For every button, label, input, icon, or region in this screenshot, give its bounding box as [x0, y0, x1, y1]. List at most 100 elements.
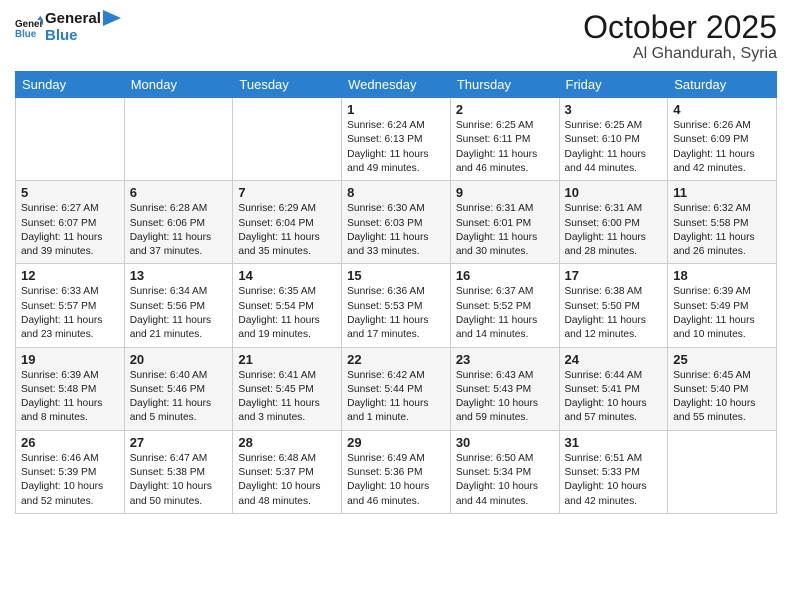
calendar-cell: 15 Sunrise: 6:36 AM Sunset: 5:53 PM Dayli… [342, 264, 451, 347]
calendar-cell [668, 430, 777, 513]
cell-info: Sunrise: 6:39 AM Sunset: 5:49 PM Dayligh… [673, 285, 771, 342]
calendar-cell: 7 Sunrise: 6:29 AM Sunset: 6:04 PM Daylig… [233, 181, 342, 264]
cell-info: Sunrise: 6:29 AM Sunset: 6:04 PM Dayligh… [238, 202, 336, 259]
cell-info: Sunrise: 6:50 AM Sunset: 5:34 PM Dayligh… [456, 452, 554, 509]
day-number: 4 [673, 102, 771, 117]
svg-text:Blue: Blue [15, 29, 37, 40]
calendar-cell: 16 Sunrise: 6:37 AM Sunset: 5:52 PM Dayli… [450, 264, 559, 347]
title-block: October 2025 Al Ghandurah, Syria [583, 10, 777, 63]
day-number: 3 [565, 102, 663, 117]
calendar-cell: 21 Sunrise: 6:41 AM Sunset: 5:45 PM Dayli… [233, 347, 342, 430]
calendar-cell: 9 Sunrise: 6:31 AM Sunset: 6:01 PM Daylig… [450, 181, 559, 264]
calendar-cell: 3 Sunrise: 6:25 AM Sunset: 6:10 PM Daylig… [559, 98, 668, 181]
day-number: 31 [565, 435, 663, 450]
day-number: 28 [238, 435, 336, 450]
calendar-cell: 22 Sunrise: 6:42 AM Sunset: 5:44 PM Dayli… [342, 347, 451, 430]
day-number: 19 [21, 352, 119, 367]
cell-info: Sunrise: 6:33 AM Sunset: 5:57 PM Dayligh… [21, 285, 119, 342]
calendar-cell: 12 Sunrise: 6:33 AM Sunset: 5:57 PM Dayli… [16, 264, 125, 347]
calendar-cell: 26 Sunrise: 6:46 AM Sunset: 5:39 PM Dayli… [16, 430, 125, 513]
cell-info: Sunrise: 6:25 AM Sunset: 6:10 PM Dayligh… [565, 119, 663, 176]
cell-info: Sunrise: 6:42 AM Sunset: 5:44 PM Dayligh… [347, 369, 445, 426]
header: General Blue General Blue October 2025 A… [15, 10, 777, 63]
logo: General Blue General Blue [15, 10, 123, 44]
day-number: 12 [21, 268, 119, 283]
calendar-cell: 5Sunrise: 6:27 AM Sunset: 6:07 PM Daylig… [16, 181, 125, 264]
day-number: 17 [565, 268, 663, 283]
weekday-header: Saturday [668, 72, 777, 98]
calendar-cell: 20 Sunrise: 6:40 AM Sunset: 5:46 PM Dayli… [124, 347, 233, 430]
cell-info: Sunrise: 6:31 AM Sunset: 6:00 PM Dayligh… [565, 202, 663, 259]
day-number: 24 [565, 352, 663, 367]
day-number: 26 [21, 435, 119, 450]
cell-info: Sunrise: 6:47 AM Sunset: 5:38 PM Dayligh… [130, 452, 228, 509]
calendar-cell: 1 Sunrise: 6:24 AM Sunset: 6:13 PM Daylig… [342, 98, 451, 181]
cell-info: Sunrise: 6:36 AM Sunset: 5:53 PM Dayligh… [347, 285, 445, 342]
cell-info: Sunrise: 6:40 AM Sunset: 5:46 PM Dayligh… [130, 369, 228, 426]
cell-info: Sunrise: 6:39 AM Sunset: 5:48 PM Dayligh… [21, 369, 119, 426]
weekday-header: Tuesday [233, 72, 342, 98]
calendar-cell: 6Sunrise: 6:28 AM Sunset: 6:06 PM Daylig… [124, 181, 233, 264]
calendar-cell: 28 Sunrise: 6:48 AM Sunset: 5:37 PM Dayli… [233, 430, 342, 513]
calendar-cell: 8 Sunrise: 6:30 AM Sunset: 6:03 PM Daylig… [342, 181, 451, 264]
day-number: 21 [238, 352, 336, 367]
cell-info: Sunrise: 6:41 AM Sunset: 5:45 PM Dayligh… [238, 369, 336, 426]
cell-info: Sunrise: 6:49 AM Sunset: 5:36 PM Dayligh… [347, 452, 445, 509]
day-number: 11 [673, 185, 771, 200]
cell-info: Sunrise: 6:24 AM Sunset: 6:13 PM Dayligh… [347, 119, 445, 176]
day-number: 15 [347, 268, 445, 283]
calendar-cell: 13 Sunrise: 6:34 AM Sunset: 5:56 PM Dayli… [124, 264, 233, 347]
day-number: 27 [130, 435, 228, 450]
calendar-cell [16, 98, 125, 181]
day-number: 10 [565, 185, 663, 200]
calendar-cell: 23 Sunrise: 6:43 AM Sunset: 5:43 PM Dayli… [450, 347, 559, 430]
cell-info: Sunrise: 6:43 AM Sunset: 5:43 PM Dayligh… [456, 369, 554, 426]
cell-info: Sunrise: 6:25 AM Sunset: 6:11 PM Dayligh… [456, 119, 554, 176]
day-number: 29 [347, 435, 445, 450]
day-number: 1 [347, 102, 445, 117]
month-title: October 2025 [583, 10, 777, 45]
day-number: 25 [673, 352, 771, 367]
calendar-cell [124, 98, 233, 181]
day-number: 7 [238, 185, 336, 200]
calendar: SundayMondayTuesdayWednesdayThursdayFrid… [15, 71, 777, 514]
weekday-header: Friday [559, 72, 668, 98]
logo-general: General [45, 10, 101, 27]
cell-info: Sunrise: 6:46 AM Sunset: 5:39 PM Dayligh… [21, 452, 119, 509]
weekday-header: Thursday [450, 72, 559, 98]
day-number: 18 [673, 268, 771, 283]
day-number: 23 [456, 352, 554, 367]
day-number: 22 [347, 352, 445, 367]
location-title: Al Ghandurah, Syria [583, 45, 777, 63]
cell-info: Sunrise: 6:28 AM Sunset: 6:06 PM Dayligh… [130, 202, 228, 259]
calendar-cell: 29 Sunrise: 6:49 AM Sunset: 5:36 PM Dayli… [342, 430, 451, 513]
calendar-cell: 2Sunrise: 6:25 AM Sunset: 6:11 PM Daylig… [450, 98, 559, 181]
cell-info: Sunrise: 6:51 AM Sunset: 5:33 PM Dayligh… [565, 452, 663, 509]
calendar-cell: 14 Sunrise: 6:35 AM Sunset: 5:54 PM Dayli… [233, 264, 342, 347]
day-number: 8 [347, 185, 445, 200]
cell-info: Sunrise: 6:38 AM Sunset: 5:50 PM Dayligh… [565, 285, 663, 342]
cell-info: Sunrise: 6:37 AM Sunset: 5:52 PM Dayligh… [456, 285, 554, 342]
calendar-cell: 25 Sunrise: 6:45 AM Sunset: 5:40 PM Dayli… [668, 347, 777, 430]
cell-info: Sunrise: 6:34 AM Sunset: 5:56 PM Dayligh… [130, 285, 228, 342]
day-number: 16 [456, 268, 554, 283]
calendar-cell [233, 98, 342, 181]
cell-info: Sunrise: 6:31 AM Sunset: 6:01 PM Dayligh… [456, 202, 554, 259]
cell-info: Sunrise: 6:48 AM Sunset: 5:37 PM Dayligh… [238, 452, 336, 509]
day-number: 14 [238, 268, 336, 283]
weekday-header: Monday [124, 72, 233, 98]
day-number: 20 [130, 352, 228, 367]
logo-flag-icon [103, 10, 123, 34]
weekday-header: Wednesday [342, 72, 451, 98]
calendar-cell: 4Sunrise: 6:26 AM Sunset: 6:09 PM Daylig… [668, 98, 777, 181]
page: General Blue General Blue October 2025 A… [0, 0, 792, 612]
weekday-header: Sunday [16, 72, 125, 98]
cell-info: Sunrise: 6:45 AM Sunset: 5:40 PM Dayligh… [673, 369, 771, 426]
cell-info: Sunrise: 6:35 AM Sunset: 5:54 PM Dayligh… [238, 285, 336, 342]
cell-info: Sunrise: 6:30 AM Sunset: 6:03 PM Dayligh… [347, 202, 445, 259]
day-number: 13 [130, 268, 228, 283]
logo-blue: Blue [45, 27, 101, 44]
day-number: 9 [456, 185, 554, 200]
day-number: 5 [21, 185, 119, 200]
calendar-cell: 18 Sunrise: 6:39 AM Sunset: 5:49 PM Dayli… [668, 264, 777, 347]
